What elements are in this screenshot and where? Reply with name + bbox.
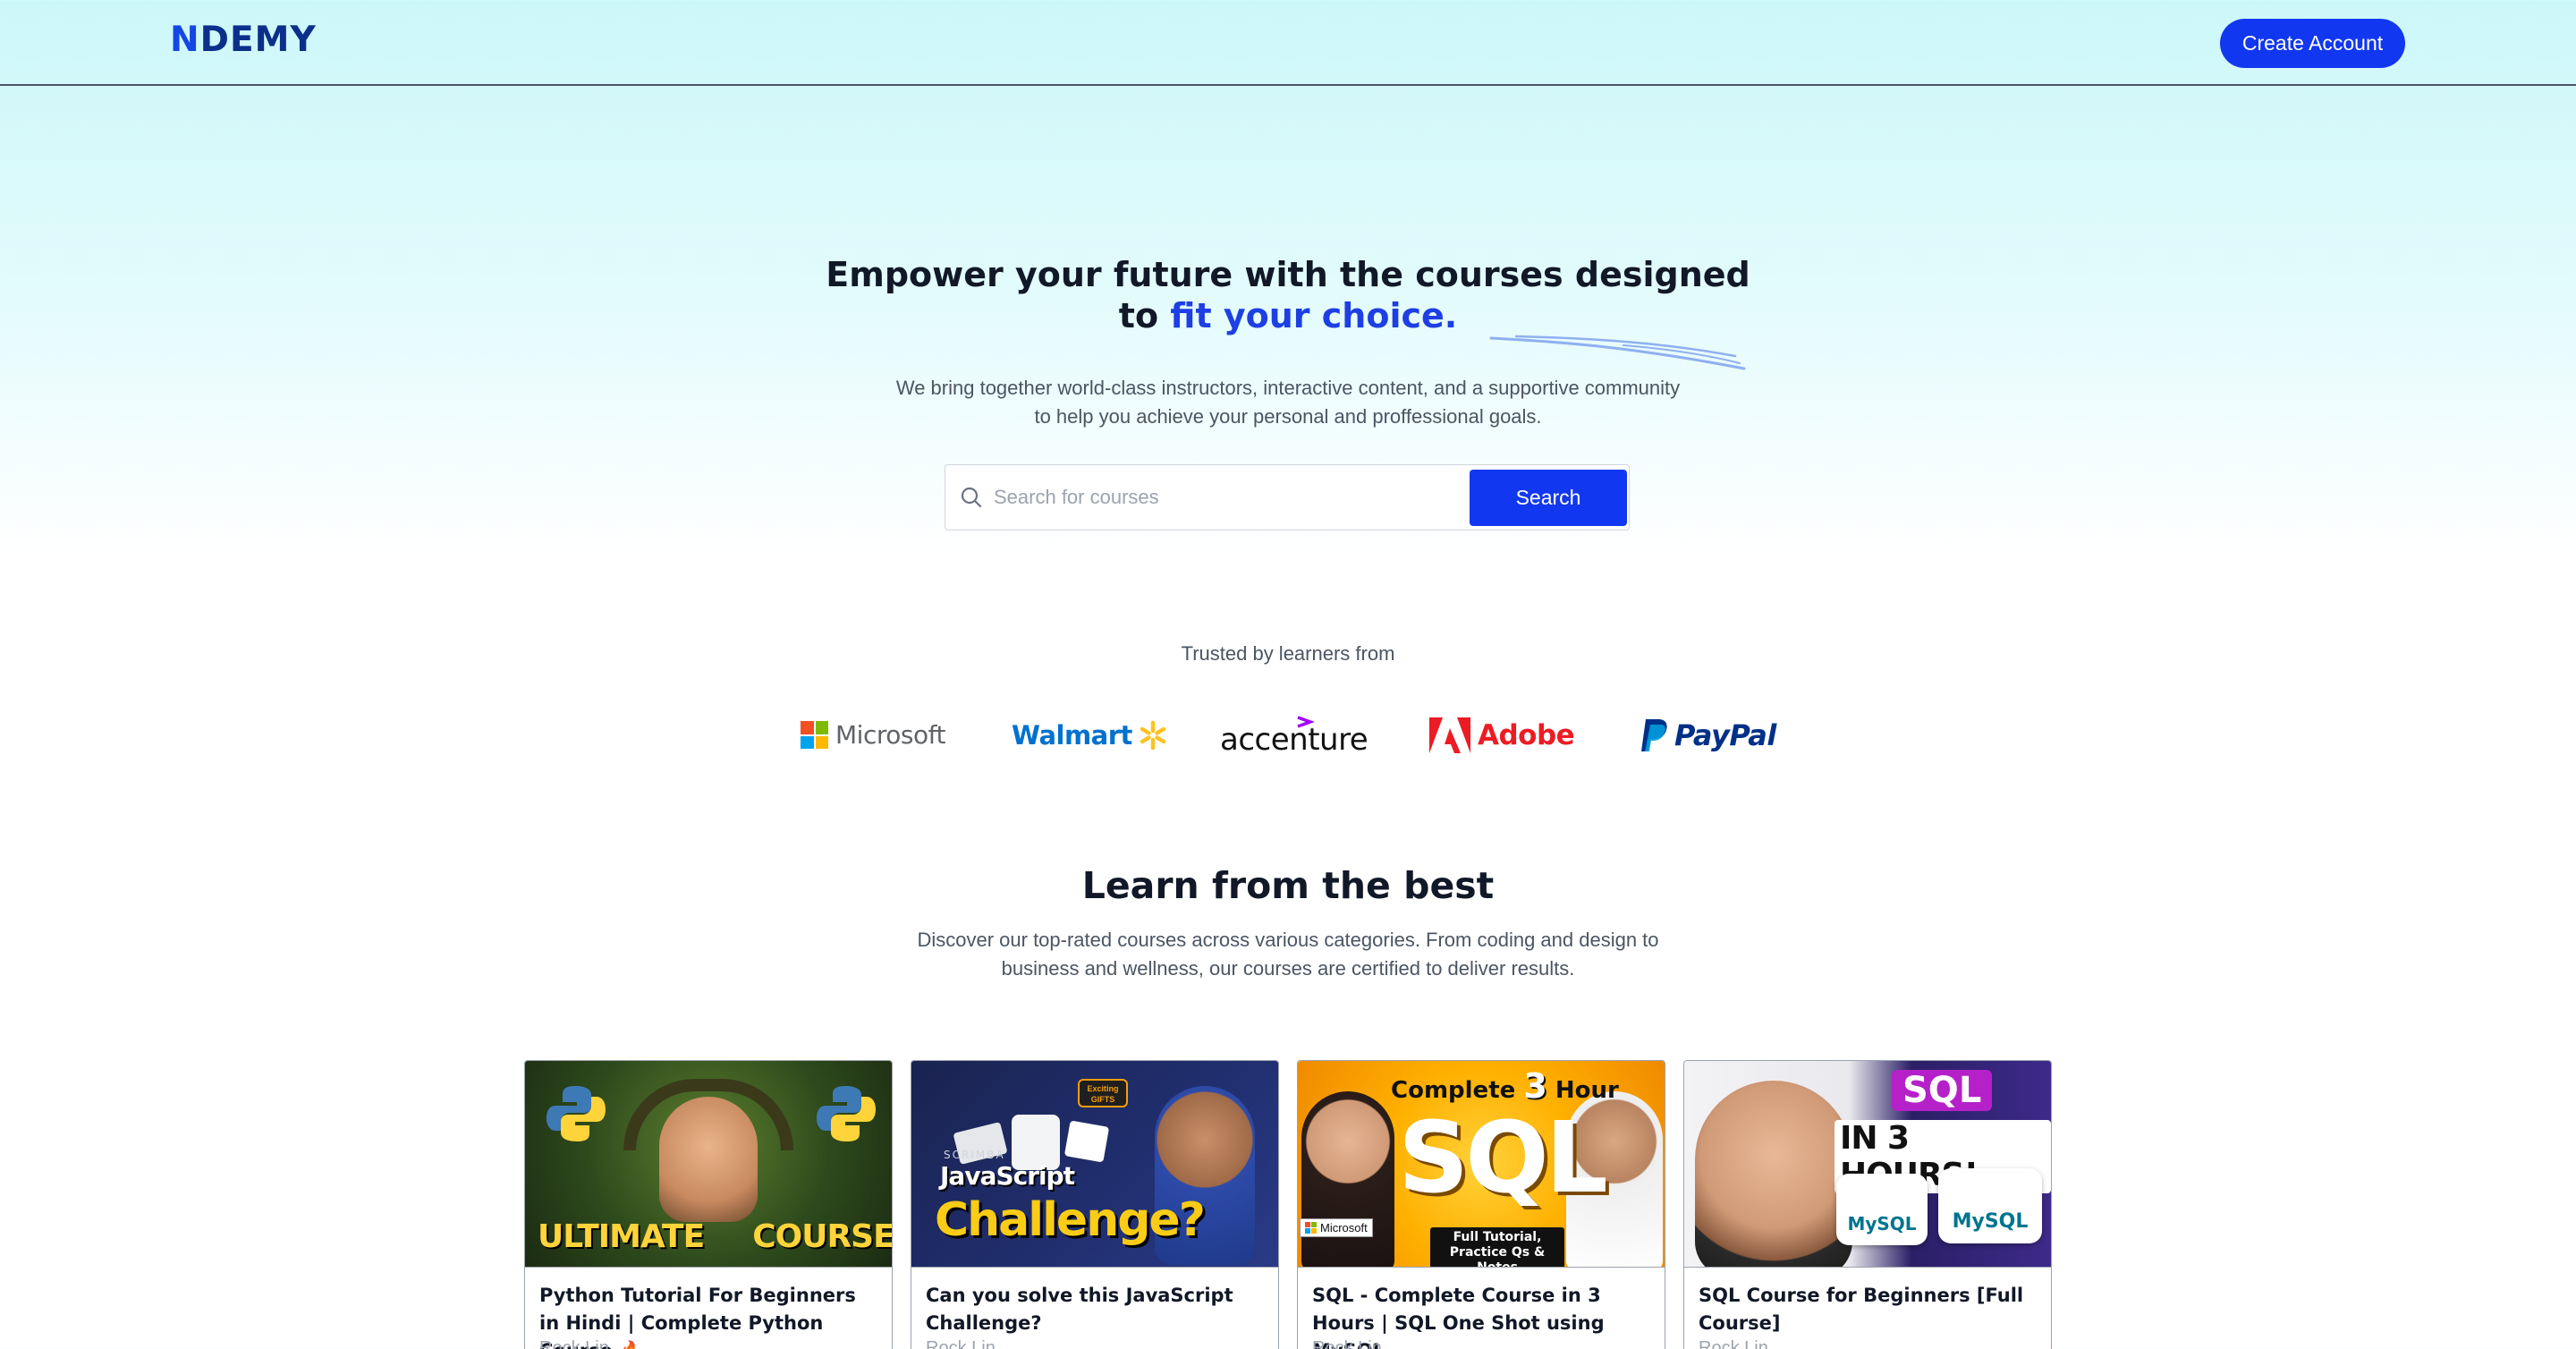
thumb-text: SQL (1398, 1100, 1608, 1215)
python-logo-icon (547, 1086, 606, 1141)
course-thumbnail: Complete 3 Hour SQL Full Tutorial, Pract… (1298, 1061, 1665, 1268)
accenture-logo: accenture (1220, 716, 1368, 755)
thumb-text: COURSE (752, 1218, 892, 1255)
learn-subtitle: Discover our top-rated courses across va… (917, 929, 1659, 980)
course-card[interactable]: Complete 3 Hour SQL Full Tutorial, Pract… (1297, 1060, 1665, 1349)
course-card[interactable]: Exciting GIFTS SCRIMBA JavaScript Challe… (911, 1060, 1279, 1349)
course-author: Rock Lin (1312, 1338, 1382, 1349)
thumb-text: Challenge? (935, 1193, 1206, 1247)
presenter-avatar (1695, 1081, 1852, 1267)
course-thumbnail: SQL IN 3 HOURS! MySQL MySQL (1684, 1061, 2051, 1268)
underline-scribble-icon (1489, 335, 1746, 370)
course-thumbnail: Exciting GIFTS SCRIMBA JavaScript Challe… (911, 1061, 1278, 1268)
paypal-p-icon (1641, 719, 1667, 751)
course-author: Rock Lin (539, 1338, 609, 1349)
course-title[interactable]: SQL Course for Beginners [Full Course] (1699, 1282, 2038, 1337)
walmart-logo: Walmart (1012, 720, 1168, 751)
course-thumbnail: ULTIMATE COURSE (525, 1061, 892, 1268)
thumb-text: ULTIMATE (538, 1218, 705, 1255)
snake-icon (623, 1079, 793, 1150)
search-input[interactable] (994, 478, 1459, 517)
mysql-badge: MySQL (1938, 1168, 2042, 1243)
microsoft-squares-icon (1305, 1222, 1317, 1234)
hero-subtitle: We bring together world-class instructor… (895, 377, 1681, 428)
search-button[interactable]: Search (1470, 470, 1627, 526)
learn-title: Learn from the best (1081, 864, 1495, 907)
course-card[interactable]: ULTIMATE COURSE Python Tutorial For Begin… (524, 1060, 893, 1349)
presenter-avatar (1301, 1091, 1394, 1267)
paypal-text: PayPal (1674, 718, 1776, 752)
paypal-logo: PayPal (1640, 717, 1776, 753)
course-author: Rock Lin (1699, 1338, 1768, 1349)
search-bar: Search (945, 464, 1630, 530)
adobe-logo: Adobe (1429, 717, 1575, 753)
trusted-heading: Trusted by learners from (1181, 642, 1395, 665)
hero-title: Empower your future with the courses des… (826, 255, 1750, 335)
ndemy-logo[interactable]: NDEMY (170, 20, 317, 60)
course-author: Rock Lin (926, 1338, 996, 1349)
course-card[interactable]: SQL IN 3 HOURS! MySQL MySQL SQL Course f… (1683, 1060, 2052, 1349)
thumb-text: SQL (1892, 1070, 1993, 1111)
search-icon (961, 487, 982, 508)
create-account-button[interactable]: Create Account (2220, 19, 2405, 68)
adobe-a-icon (1429, 717, 1470, 753)
python-logo-icon (817, 1086, 876, 1141)
gift-badge: Exciting GIFTS (1078, 1079, 1128, 1107)
microsoft-logo: Microsoft (801, 720, 945, 750)
thumb-text: JavaScript (940, 1161, 1075, 1191)
microsoft-squares-icon (801, 721, 828, 749)
thumb-text: SCRIMBA (944, 1149, 1005, 1161)
microsoft-badge: Microsoft (1300, 1218, 1373, 1237)
walmart-spark-icon (1140, 720, 1166, 751)
thumb-text: Full Tutorial, Practice Qs & Notes (1430, 1227, 1564, 1267)
mysql-badge: MySQL (1836, 1174, 1928, 1245)
top-header: NDEMY Create Account (0, 0, 2576, 86)
course-title[interactable]: Can you solve this JavaScript Challenge? (926, 1282, 1266, 1337)
